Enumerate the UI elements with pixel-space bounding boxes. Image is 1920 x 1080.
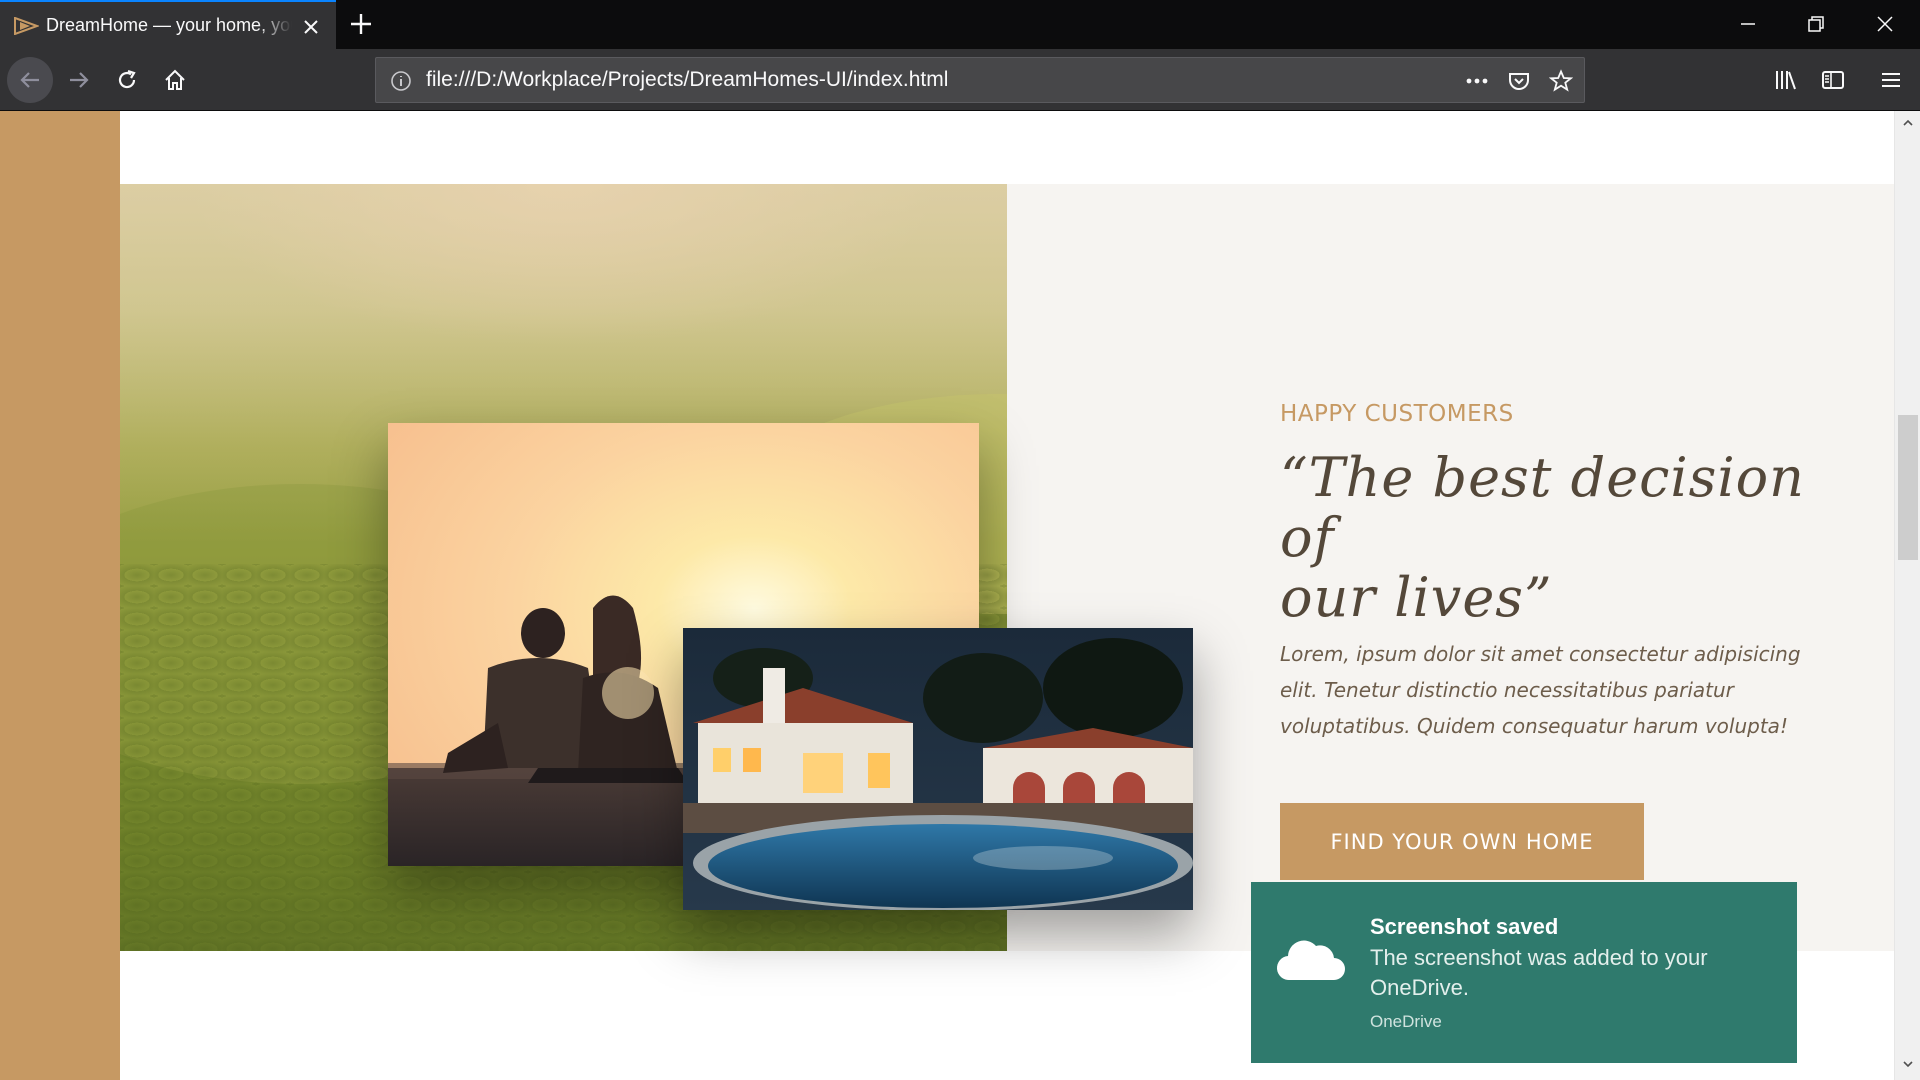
villa-pool-photo [683,628,1193,910]
more-icon[interactable] [1464,69,1490,93]
url-text[interactable]: file:///D:/Workplace/Projects/DreamHomes… [426,68,948,92]
library-icon[interactable] [1774,68,1798,92]
tab-active[interactable]: DreamHome — your home, your freedom [0,0,336,49]
forward-button[interactable] [56,57,102,103]
page-sidebar-strip [0,111,120,1080]
play-logo-icon [14,17,39,35]
home-button[interactable] [152,57,198,103]
tab-title: DreamHome — your home, your freedom [46,15,292,35]
menu-icon[interactable] [1879,68,1903,92]
scrollbar-thumb[interactable] [1898,415,1918,560]
toast-title: Screenshot saved [1370,914,1559,939]
quote-line: “The best decision of [1280,446,1805,569]
close-icon[interactable] [1873,12,1897,36]
home-icon [165,69,185,90]
chevron-down-icon[interactable] [1902,1058,1914,1070]
toast-source: OneDrive [1370,1012,1442,1031]
quote-line: our lives” [1280,566,1553,629]
minimize-icon[interactable] [1736,12,1760,36]
plus-icon[interactable] [347,10,375,38]
onedrive-toast-notification[interactable]: Screenshot saved The screenshot was adde… [1251,882,1797,1063]
chevron-up-icon[interactable] [1902,117,1914,129]
page-scrollbar[interactable] [1894,111,1920,1080]
reload-button[interactable] [104,57,150,103]
info-icon[interactable] [389,69,413,93]
reload-icon [118,69,136,89]
url-bar[interactable]: file:///D:/Workplace/Projects/DreamHomes… [375,57,1585,103]
story-subheading: Happy customers [1280,401,1514,427]
restore-icon[interactable] [1804,12,1828,36]
cloud-icon [1276,940,1345,981]
find-home-button[interactable]: Find your own home [1280,803,1644,880]
tab-strip: DreamHome — your home, your freedom [0,0,1920,49]
pocket-icon[interactable] [1507,69,1531,93]
star-icon[interactable] [1549,69,1573,93]
navigation-toolbar: file:///D:/Workplace/Projects/DreamHomes… [0,49,1920,111]
arrow-left-icon [20,72,39,88]
close-icon[interactable] [298,14,324,40]
story-paragraph: Lorem, ipsum dolor sit amet consectetur … [1280,642,1801,738]
arrow-right-icon [70,72,89,88]
story-quote: “The best decision of our lives” [1280,448,1860,628]
toast-body: The screenshot was added to your OneDriv… [1370,945,1708,1000]
back-button[interactable] [7,57,53,103]
sidebar-icon[interactable] [1821,68,1845,92]
story-section: Happy customers “The best decision of ou… [120,184,1894,951]
